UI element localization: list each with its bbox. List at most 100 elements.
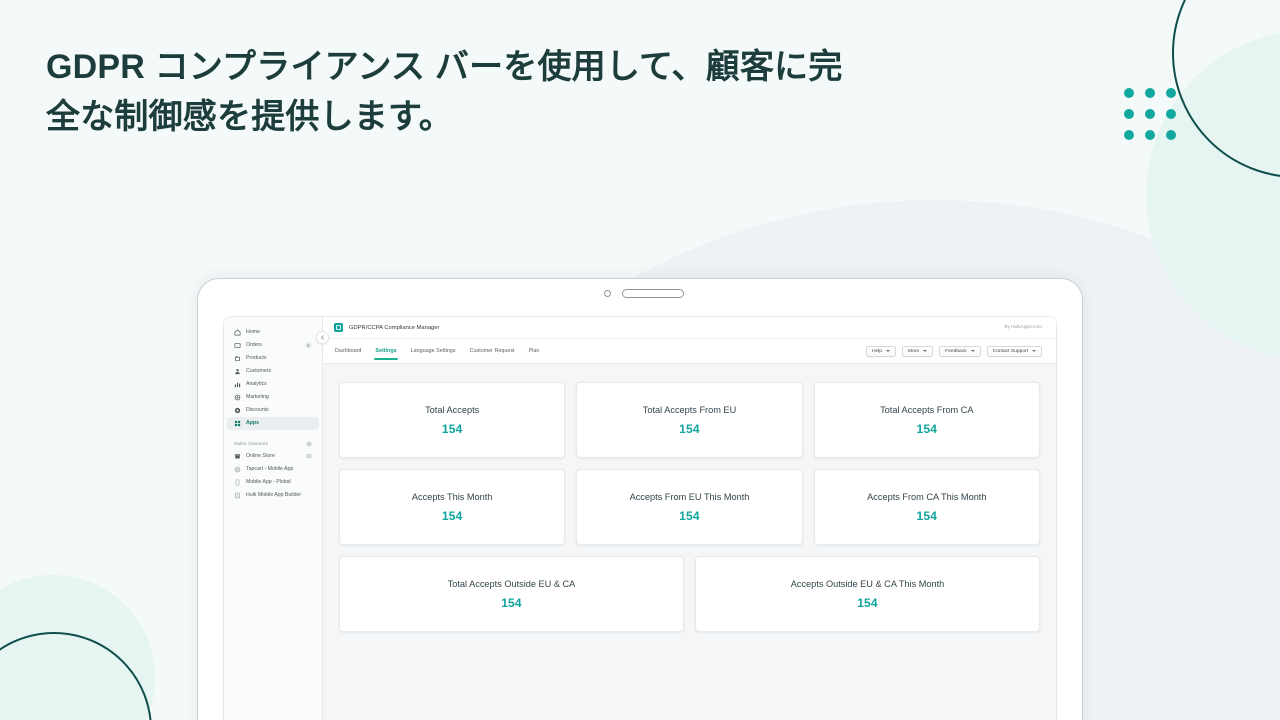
apps-icon	[234, 420, 241, 427]
stat-card-value: 154	[441, 508, 463, 523]
stat-card-value: 154	[501, 595, 522, 610]
chevron-down-icon	[1032, 350, 1036, 352]
help-button-label: Help	[871, 348, 883, 354]
sidebar-item-customers[interactable]: Customers	[227, 365, 319, 378]
sidebar-item-plobal[interactable]: Mobile App - Plobal	[227, 476, 319, 489]
tab-plan[interactable]: Plan	[528, 339, 541, 363]
sidebar-item-label: Tapcart - Mobile App	[246, 466, 294, 473]
orders-icon	[234, 342, 241, 349]
stat-card-title: Accepts From EU This Month	[629, 491, 750, 502]
more-button-label: More	[908, 348, 920, 354]
stat-card-title: Accepts This Month	[411, 491, 493, 502]
tapcart-icon	[234, 466, 241, 473]
sidebar-item-label: Customers	[246, 368, 272, 375]
sidebar-item-marketing[interactable]: Marketing	[227, 391, 319, 404]
app-tab-bar: Dashboard Settings Language Settings Cus…	[323, 339, 1056, 364]
tablet-device-frame: Home Orders 4 Products Customers Analyti…	[197, 278, 1083, 720]
online-store-icon	[234, 453, 241, 460]
customers-icon	[234, 368, 241, 375]
chevron-left-icon	[320, 335, 324, 340]
app-logo-icon	[334, 323, 343, 332]
stat-card-title: Accepts From CA This Month	[867, 491, 987, 502]
sidebar-item-analytics[interactable]: Analytics	[227, 378, 319, 391]
stat-card-value: 154	[916, 421, 938, 436]
analytics-icon	[234, 381, 241, 388]
stat-card-accepts-outside-this-month[interactable]: Accepts Outside EU & CA This Month 154	[695, 556, 1040, 632]
stat-card-total-accepts-eu[interactable]: Total Accepts From EU 154	[576, 382, 803, 458]
stat-card-title: Accepts Outside EU & CA This Month	[790, 578, 945, 589]
sidebar-item-label: Products	[246, 355, 267, 362]
stat-card-total-accepts[interactable]: Total Accepts 154	[339, 382, 566, 458]
help-button[interactable]: Help	[865, 345, 897, 357]
sidebar-item-hulk-builder[interactable]: Hulk Mobile App Builder	[227, 489, 319, 502]
plobal-icon	[234, 479, 241, 486]
stat-card-title: Total Accepts	[425, 404, 480, 415]
sales-channels-label: Sales channels	[234, 441, 268, 446]
stat-card-value: 154	[679, 421, 700, 436]
app-byline: by HulkApps.com	[1004, 325, 1042, 330]
sidebar-item-home[interactable]: Home	[227, 326, 319, 339]
sidebar-item-products[interactable]: Products	[227, 352, 319, 365]
sidebar-collapse-button[interactable]	[315, 331, 329, 344]
dot-grid-icon	[1124, 88, 1176, 140]
chevron-down-icon	[923, 350, 928, 352]
stat-card-title: Total Accepts From CA	[880, 404, 974, 415]
stat-card-row: Accepts This Month 154 Accepts From EU T…	[339, 469, 1040, 545]
sidebar-item-tapcart[interactable]: Tapcart - Mobile App	[227, 463, 319, 476]
orders-badge: 4	[304, 342, 312, 349]
stat-card-value: 154	[679, 508, 700, 523]
sidebar-item-label: Discounts	[246, 407, 269, 414]
stat-card-total-accepts-outside[interactable]: Total Accepts Outside EU & CA 154	[339, 556, 684, 632]
feedback-button[interactable]: Feedback	[939, 345, 981, 357]
tab-list: Dashboard Settings Language Settings Cus…	[334, 339, 540, 363]
sales-channels-section-header: Sales channels	[224, 437, 322, 450]
page-headline: GDPR コンプライアンス バーを使用して、顧客に完全な制御感を提供します。	[46, 48, 843, 137]
stat-card-row: Total Accepts Outside EU & CA 154 Accept…	[339, 556, 1040, 632]
chevron-down-icon	[886, 350, 891, 352]
sidebar-item-apps[interactable]: Apps	[227, 417, 319, 430]
stat-card-value: 154	[441, 421, 463, 436]
stat-card-value: 154	[857, 595, 878, 610]
app-header: GDPR/CCPA Compliance Manager by HulkApps…	[323, 317, 1056, 339]
stat-card-value: 154	[916, 508, 938, 523]
stats-dashboard: Total Accepts 154 Total Accepts From EU …	[323, 364, 1056, 720]
sidebar-item-label: Analytics	[246, 381, 267, 388]
sidebar-item-label: Apps	[246, 420, 259, 427]
sidebar-item-online-store[interactable]: Online Store	[227, 450, 319, 463]
more-button[interactable]: More	[902, 345, 934, 357]
home-icon	[234, 329, 241, 336]
stat-card-accepts-eu-this-month[interactable]: Accepts From EU This Month 154	[576, 469, 803, 545]
tab-customer-request[interactable]: Customer Request	[469, 339, 516, 363]
stat-card-title: Total Accepts Outside EU & CA	[447, 578, 576, 589]
stat-card-accepts-ca-this-month[interactable]: Accepts From CA This Month 154	[813, 469, 1040, 545]
sidebar-item-label: Home	[246, 329, 260, 336]
contact-support-button[interactable]: Contact Support	[986, 345, 1042, 357]
device-top-bezel	[198, 279, 1082, 307]
tab-settings[interactable]: Settings	[374, 339, 398, 363]
sidebar-item-label: Marketing	[246, 394, 269, 401]
sidebar-item-label: Orders	[246, 342, 262, 349]
sidebar-item-label: Mobile App - Plobal	[246, 479, 291, 486]
stat-card-accepts-this-month[interactable]: Accepts This Month 154	[339, 469, 566, 545]
camera-icon	[604, 290, 611, 297]
contact-support-button-label: Contact Support	[992, 348, 1028, 354]
marketing-icon	[234, 394, 241, 401]
tab-language-settings[interactable]: Language Settings	[410, 339, 457, 363]
hulk-icon	[234, 492, 241, 499]
chevron-down-icon	[970, 350, 975, 352]
stat-card-title: Total Accepts From EU	[642, 404, 737, 415]
speaker-slot-icon	[622, 289, 684, 298]
app-action-buttons: Help More Feedback Contact Support	[865, 345, 1042, 357]
sidebar-item-orders[interactable]: Orders 4	[227, 339, 319, 352]
sidebar-item-label: Online Store	[246, 453, 275, 460]
shop-admin-sidebar: Home Orders 4 Products Customers Analyti…	[224, 317, 329, 720]
app-title: GDPR/CCPA Compliance Manager	[349, 324, 440, 331]
tab-dashboard[interactable]: Dashboard	[334, 339, 362, 363]
sidebar-item-discounts[interactable]: Discounts	[227, 404, 319, 417]
discounts-icon	[234, 407, 241, 414]
products-icon	[234, 355, 241, 362]
eye-icon[interactable]	[306, 453, 312, 459]
gear-icon[interactable]	[306, 441, 312, 447]
embedded-app: GDPR/CCPA Compliance Manager by HulkApps…	[323, 317, 1056, 720]
stat-card-total-accepts-ca[interactable]: Total Accepts From CA 154	[813, 382, 1040, 458]
